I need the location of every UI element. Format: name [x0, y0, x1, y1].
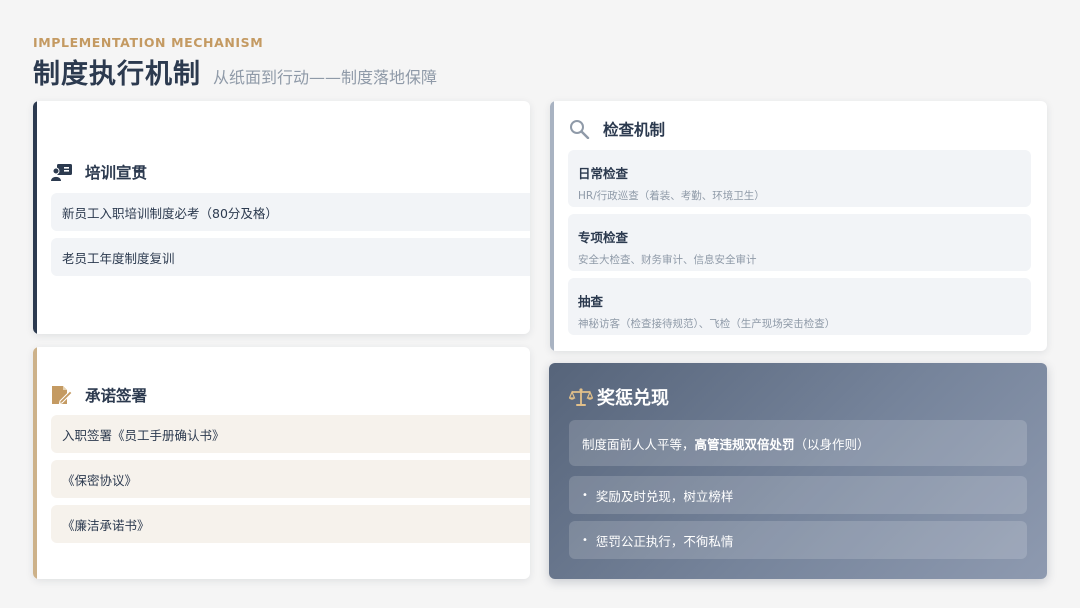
block-title: 日常检查 — [578, 166, 629, 181]
principle-text: 制度面前人人平等， — [582, 436, 695, 452]
reward-list: 制度面前人人平等， 高管违规双倍处罚 （以身作则） • 奖励及时兑现，树立榜样 … — [569, 420, 1027, 566]
card-accent-bar — [550, 101, 554, 351]
card-title: 检查机制 — [603, 121, 666, 139]
card-title: 奖惩兑现 — [597, 388, 669, 409]
inspection-block: 日常检查 HR/行政巡查（着装、考勤、环境卫生） — [568, 150, 1031, 207]
page-subtitle: 从纸面到行动——制度落地保障 — [213, 68, 438, 87]
block-desc: HR/行政巡查（着装、考勤、环境卫生） — [578, 190, 765, 202]
card-title: 承诺签署 — [85, 387, 148, 405]
block-title: 专项检查 — [578, 230, 629, 245]
inspection-block: 抽查 神秘访客（检查接待规范）、飞检（生产现场突击检查） — [568, 278, 1031, 335]
list-item: 老员工年度制度复训 — [51, 238, 530, 276]
signature-icon — [51, 384, 77, 406]
principle-note: （以身作则） — [794, 436, 870, 452]
inspection-card: 检查机制 日常检查 HR/行政巡查（着装、考勤、环境卫生） 专项检查 安全大检查… — [550, 101, 1047, 351]
card-header: 承诺签署 — [51, 384, 147, 406]
training-card: 培训宣贯 新员工入职培训制度必考（80分及格） 老员工年度制度复训 — [33, 101, 530, 334]
training-list: 新员工入职培训制度必考（80分及格） 老员工年度制度复训 — [51, 193, 530, 283]
reward-card: 奖惩兑现 制度面前人人平等， 高管违规双倍处罚 （以身作则） • 奖励及时兑现，… — [549, 363, 1047, 579]
search-icon — [569, 118, 595, 140]
inspection-list: 日常检查 HR/行政巡查（着装、考勤、环境卫生） 专项检查 安全大检查、财务审计… — [568, 150, 1031, 342]
list-item-text: 奖励及时兑现，树立榜样 — [595, 488, 734, 504]
pledge-list: 入职签署《员工手册确认书》 《保密协议》 《廉洁承诺书》 — [51, 415, 530, 550]
card-header: 培训宣贯 — [51, 161, 147, 183]
presentation-icon — [51, 161, 77, 183]
principle-item: 制度面前人人平等， 高管违规双倍处罚 （以身作则） — [569, 420, 1027, 466]
title-row: 制度执行机制 从纸面到行动——制度落地保障 — [33, 52, 437, 91]
card-header: 奖惩兑现 — [569, 384, 669, 410]
card-accent-bar — [33, 101, 37, 334]
list-item: • 奖励及时兑现，树立榜样 — [569, 476, 1027, 514]
scale-icon — [569, 386, 595, 408]
list-item-text: 惩罚公正执行，不徇私情 — [595, 533, 734, 549]
block-title: 抽查 — [578, 294, 604, 309]
bullet-icon: • — [582, 489, 588, 501]
bullet-icon: • — [582, 534, 588, 546]
card-header: 检查机制 — [569, 118, 665, 140]
list-item: 《保密协议》 — [51, 460, 530, 498]
list-item: 入职签署《员工手册确认书》 — [51, 415, 530, 453]
principle-emphasis: 高管违规双倍处罚 — [694, 436, 795, 452]
pledge-card: 承诺签署 入职签署《员工手册确认书》 《保密协议》 《廉洁承诺书》 — [33, 347, 530, 579]
card-title: 培训宣贯 — [85, 164, 148, 182]
list-item: 新员工入职培训制度必考（80分及格） — [51, 193, 530, 231]
block-desc: 神秘访客（检查接待规范）、飞检（生产现场突击检查） — [578, 318, 836, 330]
list-item: 《廉洁承诺书》 — [51, 505, 530, 543]
inspection-block: 专项检查 安全大检查、财务审计、信息安全审计 — [568, 214, 1031, 271]
block-desc: 安全大检查、财务审计、信息安全审计 — [578, 254, 757, 266]
card-accent-bar — [33, 347, 37, 579]
eyebrow-label: IMPLEMENTATION MECHANISM — [33, 35, 264, 50]
list-item: • 惩罚公正执行，不徇私情 — [569, 521, 1027, 559]
page-title: 制度执行机制 — [33, 59, 201, 90]
